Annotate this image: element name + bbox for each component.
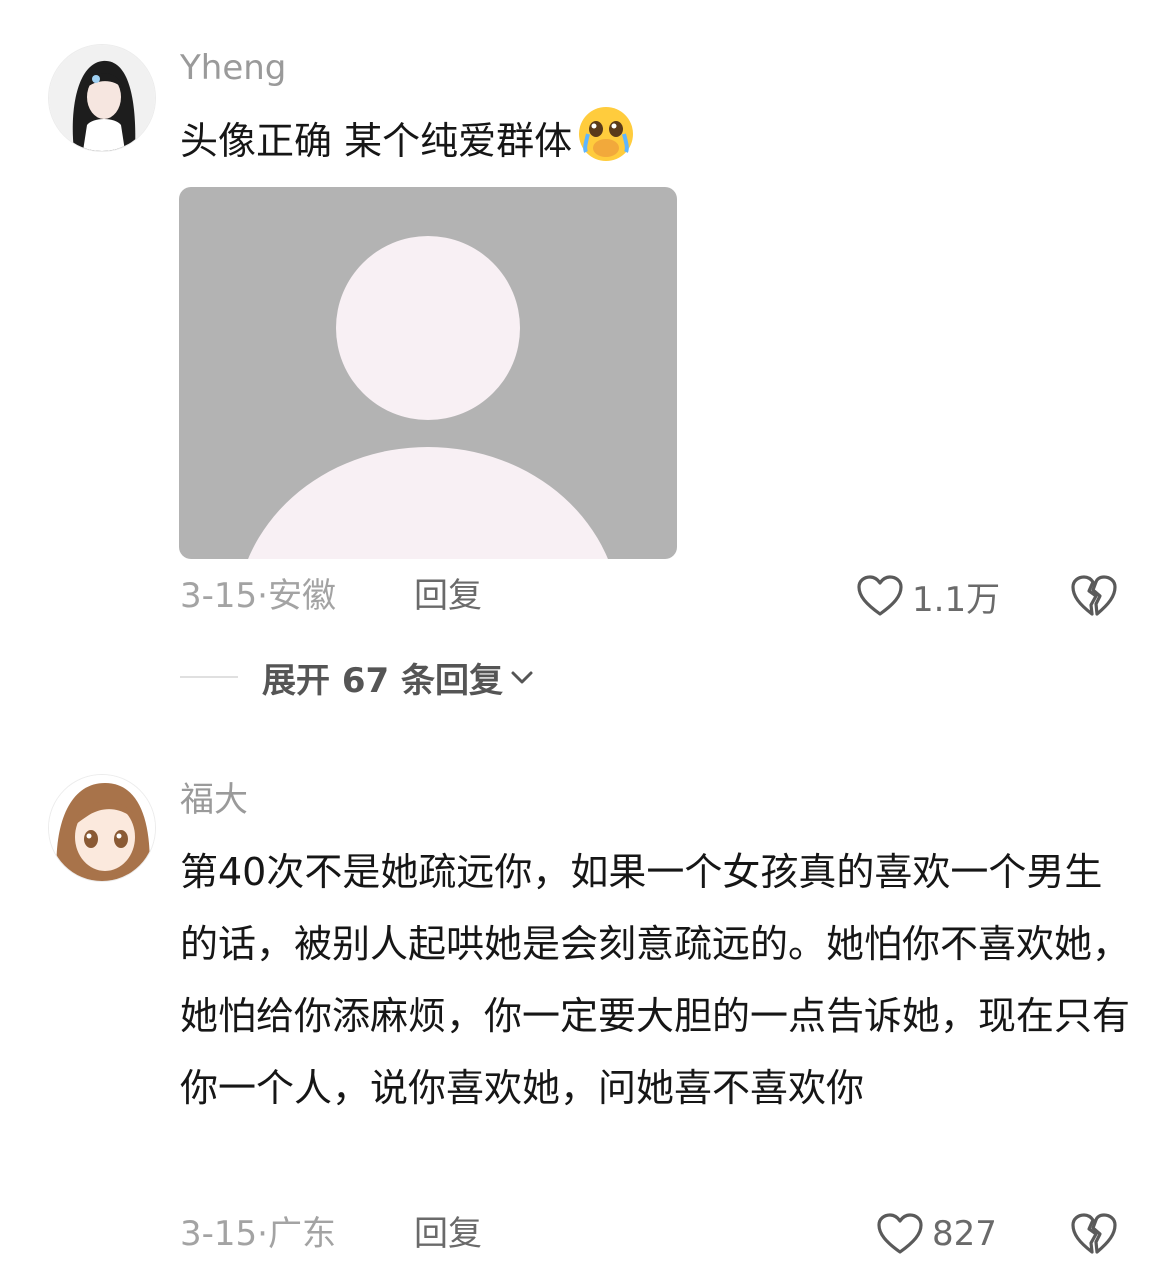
- comment-date-location: 3-15·安徽: [180, 576, 336, 616]
- comment-text: 第40次不是她疏远你，如果一个女孩真的喜欢一个男生的话，被别人起哄她是会刻意疏远…: [180, 850, 1131, 1110]
- like-button[interactable]: 827: [876, 1212, 997, 1256]
- default-avatar-placeholder-icon: [248, 236, 608, 559]
- heart-outline-icon: [857, 575, 903, 616]
- broken-heart-icon: [1071, 575, 1117, 616]
- dislike-button[interactable]: [1070, 574, 1118, 618]
- avatar-image: [49, 775, 155, 881]
- divider-line: [180, 676, 238, 678]
- username[interactable]: 福大: [180, 780, 248, 820]
- broken-heart-icon: [1071, 1213, 1117, 1254]
- heart-outline-icon: [877, 1213, 923, 1254]
- crying-covering-mouth-emoji-icon: [579, 107, 634, 161]
- dislike-button[interactable]: [1070, 1212, 1118, 1256]
- like-count: 1.1万: [912, 579, 1001, 620]
- comment-text-content: 头像正确 某个纯爱群体: [180, 119, 573, 163]
- comment-date-location: 3-15·广东: [180, 1214, 336, 1254]
- comment-text: 头像正确 某个纯爱群体: [180, 104, 1130, 176]
- avatar-image: [49, 45, 155, 151]
- user-avatar[interactable]: [48, 44, 156, 152]
- like-count: 827: [932, 1214, 997, 1254]
- chevron-down-icon: [511, 671, 533, 684]
- expand-replies-button[interactable]: 展开 67 条回复: [180, 655, 535, 701]
- attached-image[interactable]: [179, 187, 677, 559]
- expand-replies-label: 展开 67 条回复: [262, 660, 503, 701]
- reply-button[interactable]: 回复: [414, 1214, 482, 1254]
- username[interactable]: Yheng: [180, 48, 286, 88]
- like-button[interactable]: 1.1万: [856, 574, 1001, 620]
- user-avatar[interactable]: [48, 774, 156, 882]
- reply-button[interactable]: 回复: [414, 576, 482, 616]
